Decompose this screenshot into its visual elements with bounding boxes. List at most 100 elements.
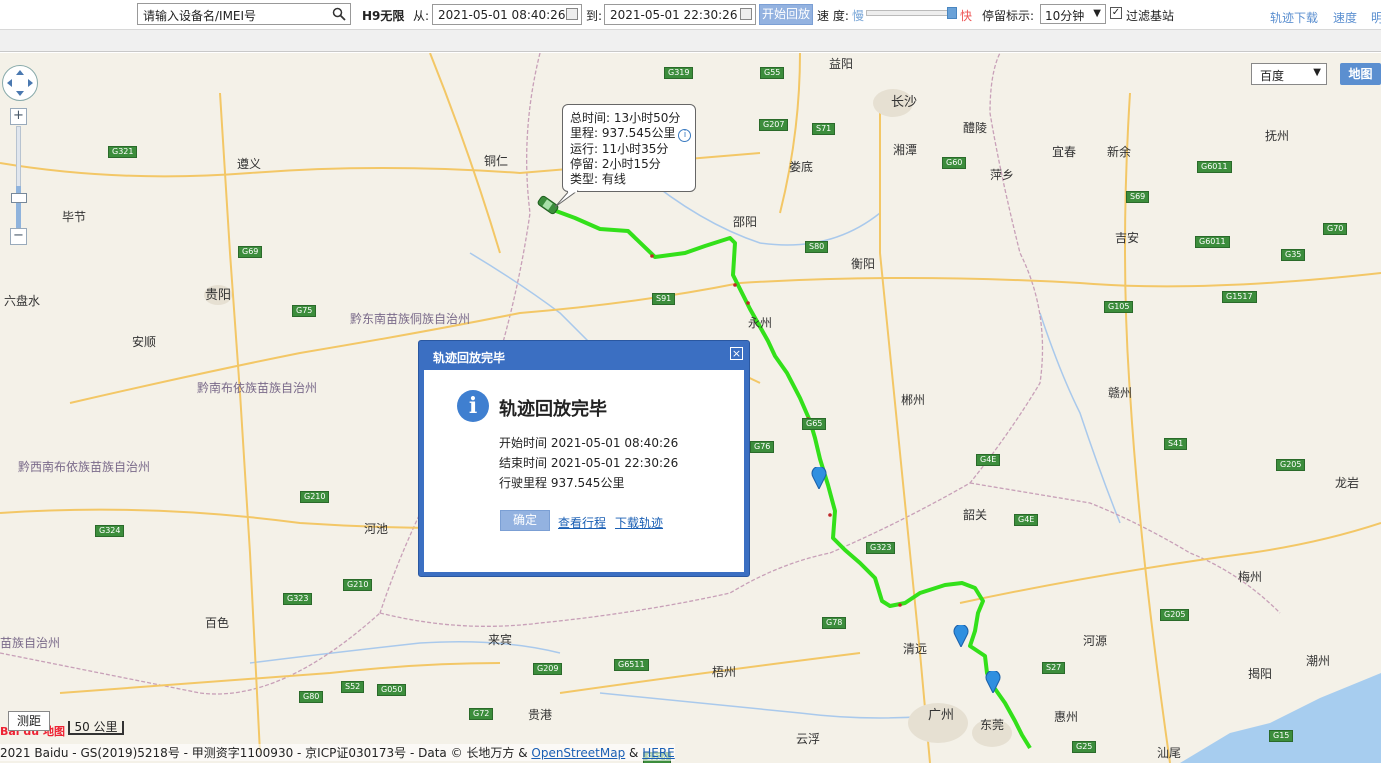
playback-complete-dialog: 轨迹回放完毕 × i 轨迹回放完毕 开始时间 2021-05-01 08:40:… — [418, 340, 750, 577]
road-shield: G69 — [238, 246, 263, 258]
chevron-down-icon: ▼ — [1313, 67, 1321, 78]
location-pin-icon[interactable] — [953, 625, 969, 647]
copyright-text: 2021 Baidu - GS(2019)5218号 - 甲测资字1100930… — [0, 746, 532, 760]
region-label: 黔西南布依族苗族自治州 — [18, 460, 151, 474]
city-label: 新余 — [1107, 145, 1132, 159]
city-label: 安顺 — [132, 335, 157, 349]
city-label: 潮州 — [1306, 654, 1331, 668]
openstreetmap-link[interactable]: OpenStreetMap — [531, 746, 625, 760]
dialog-mileage: 行驶里程 937.545公里 — [499, 476, 625, 490]
zoom-control: + − — [10, 108, 28, 245]
city-label: 梅州 — [1238, 570, 1263, 584]
dialog-body: i 轨迹回放完毕 开始时间 2021-05-01 08:40:26 结束时间 2… — [424, 370, 744, 572]
dialog-end-time: 结束时间 2021-05-01 22:30:26 — [499, 456, 679, 470]
dialog-header: 轨迹回放完毕 — [433, 351, 506, 365]
city-label: 龙岩 — [1335, 476, 1360, 490]
location-pin-icon[interactable] — [985, 671, 1001, 693]
road-shield: S69 — [1126, 191, 1150, 203]
location-pin-icon[interactable] — [811, 467, 827, 489]
view-trip-link[interactable]: 查看行程 — [558, 514, 606, 531]
more-link[interactable]: 明 — [1371, 9, 1381, 26]
city-label: 贵港 — [528, 708, 553, 722]
start-playback-button[interactable]: 开始回放 — [759, 4, 813, 25]
info-icon[interactable]: i — [678, 129, 692, 142]
device-plate: H9无限 — [362, 9, 405, 23]
city-label: 益阳 — [829, 57, 854, 71]
summary-stopped: 停留: 2小时15分 — [570, 157, 661, 171]
summary-distance-row: 里程: 937.545公里 i — [570, 126, 695, 142]
road-shield: G78 — [822, 617, 847, 629]
stop-mark-label: 停留标示: — [982, 9, 1035, 23]
map-type-button[interactable]: 地图 — [1340, 63, 1381, 85]
road-shield: S41 — [1164, 438, 1188, 450]
road-shield: G25 — [1072, 741, 1097, 753]
map-provider-value: 百度 — [1260, 69, 1285, 83]
device-search-input[interactable]: 请输入设备名/IMEI号 — [137, 3, 351, 25]
start-time-value: 2021-05-01 08:40:26 — [438, 8, 566, 22]
road-shield: S80 — [805, 241, 829, 253]
road-shield: G324 — [95, 525, 125, 537]
chevron-down-icon: ▼ — [1093, 8, 1101, 19]
copyright-amp: & — [625, 746, 643, 760]
measure-distance-button[interactable]: 测距 — [8, 711, 50, 731]
calendar-icon[interactable] — [566, 8, 578, 20]
zoom-out-button[interactable]: − — [10, 228, 27, 245]
sea-area — [1180, 673, 1381, 763]
track-summary-popup: 总时间: 13小时50分 里程: 937.545公里 i 运行: 11小时35分 … — [562, 104, 696, 192]
road-shield: G60 — [942, 157, 967, 169]
summary-total-time: 总时间: 13小时50分 — [570, 111, 681, 125]
road-shield: S27 — [1042, 662, 1066, 674]
city-label: 惠州 — [1054, 710, 1079, 724]
here-link[interactable]: HERE — [642, 746, 675, 760]
region-label: 苗族自治州 — [0, 636, 61, 650]
city-label: 河源 — [1083, 634, 1108, 648]
road-shield: G65 — [802, 418, 827, 430]
road-shield: G205 — [1160, 609, 1190, 621]
road-shield: G76 — [750, 441, 775, 453]
search-placeholder: 请输入设备名/IMEI号 — [143, 9, 257, 23]
road-shield: G323 — [283, 593, 313, 605]
road-shield: G050 — [377, 684, 407, 696]
info-icon: i — [457, 390, 489, 422]
city-label: 郴州 — [901, 393, 926, 407]
pan-arrows-icon[interactable] — [3, 66, 37, 100]
city-label: 贵阳 — [205, 288, 232, 303]
city-label: 清远 — [903, 642, 928, 656]
city-label: 娄底 — [789, 160, 814, 174]
close-icon[interactable]: × — [730, 347, 743, 360]
city-label: 揭阳 — [1248, 667, 1273, 681]
pan-control[interactable] — [2, 65, 38, 101]
end-time-input[interactable]: 2021-05-01 22:30:26 — [604, 4, 756, 25]
city-label: 百色 — [205, 616, 230, 630]
stop-mark-value: 10分钟 — [1045, 9, 1085, 23]
map-canvas[interactable]: 益阳 长沙 醴陵 湘潭 娄底 宜春 新余 抚州 铜仁 邵阳 萍乡 吉安 遵义 毕… — [0, 53, 1381, 763]
city-label: 东莞 — [980, 718, 1005, 732]
ok-button[interactable]: 确定 — [500, 510, 550, 531]
speed-slider-handle[interactable] — [947, 7, 957, 19]
sub-toolbar — [0, 30, 1381, 52]
speed-label: 速 度: — [817, 9, 849, 23]
road-shield: G6011 — [1195, 236, 1230, 248]
filter-station-checkbox[interactable]: ✓ — [1110, 7, 1122, 19]
city-label: 遵义 — [237, 157, 262, 171]
map-provider-select[interactable]: 百度 ▼ — [1251, 63, 1327, 85]
city-label: 邵阳 — [733, 215, 758, 229]
download-track-link[interactable]: 下载轨迹 — [615, 514, 663, 531]
road-shield: G35 — [1281, 249, 1306, 261]
city-label: 云浮 — [796, 732, 821, 746]
zoom-slider-handle[interactable] — [11, 193, 27, 203]
track-download-link[interactable]: 轨迹下载 — [1270, 9, 1318, 26]
stop-mark-select[interactable]: 10分钟 ▼ — [1040, 4, 1106, 24]
zoom-in-button[interactable]: + — [10, 108, 27, 125]
city-label: 来宾 — [488, 633, 513, 647]
search-icon[interactable] — [332, 7, 346, 24]
road-shield: G70 — [1323, 223, 1348, 235]
speed-link[interactable]: 速度 — [1333, 9, 1357, 26]
start-time-input[interactable]: 2021-05-01 08:40:26 — [432, 4, 582, 25]
road-shield: G75 — [292, 305, 317, 317]
speed-slider[interactable] — [866, 7, 957, 19]
summary-distance: 里程: 937.545公里 — [570, 126, 676, 140]
summary-running: 运行: 11小时35分 — [570, 142, 669, 156]
calendar-icon[interactable] — [740, 8, 752, 20]
city-label: 铜仁 — [484, 154, 509, 168]
